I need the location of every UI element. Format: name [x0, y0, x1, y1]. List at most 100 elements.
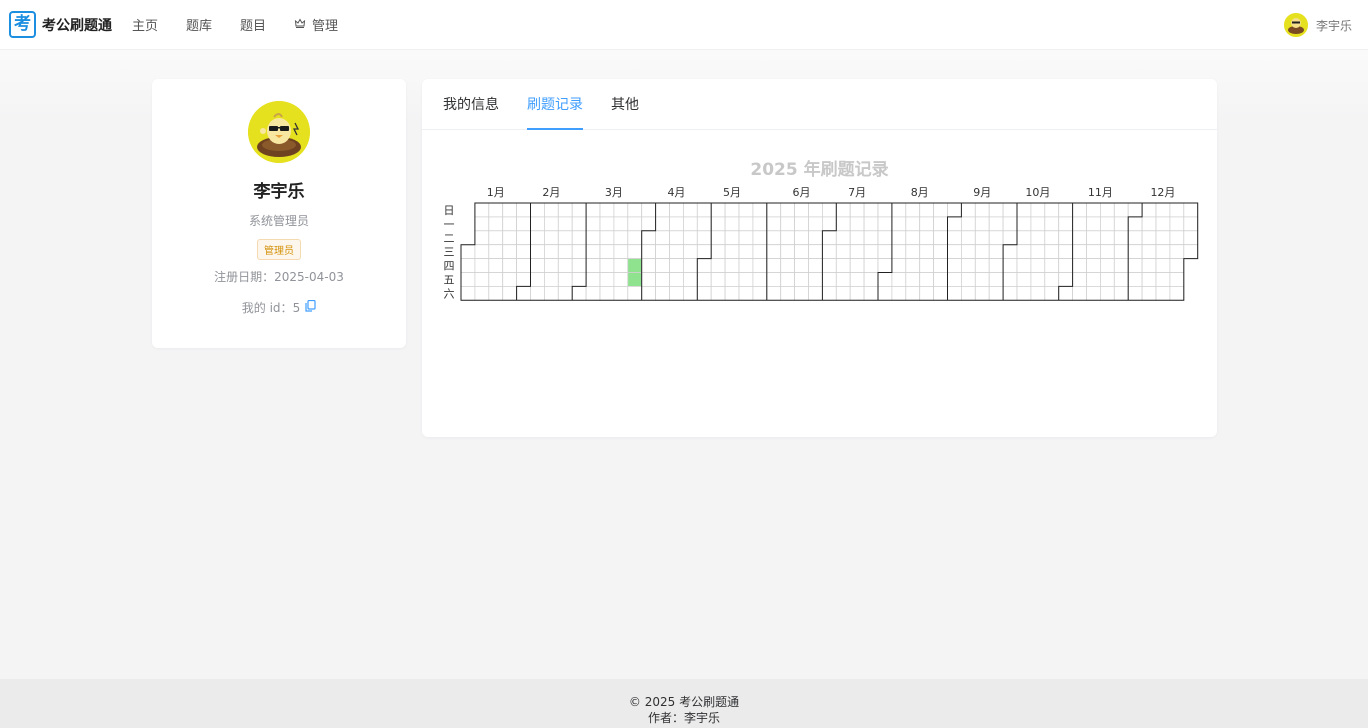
heatmap-cell[interactable] [516, 230, 531, 246]
heatmap-cell[interactable] [641, 244, 656, 259]
heatmap-cell[interactable] [544, 216, 559, 232]
heatmap-cell[interactable] [1002, 286, 1018, 301]
heatmap-cell[interactable] [724, 216, 740, 232]
heatmap-cell[interactable] [1113, 272, 1129, 287]
heatmap-cell[interactable] [849, 272, 865, 287]
heatmap-cell[interactable] [710, 286, 726, 301]
heatmap-cell[interactable] [863, 244, 879, 259]
heatmap-cell[interactable] [1169, 216, 1185, 232]
heatmap-cell[interactable] [585, 202, 601, 218]
heatmap-cell[interactable] [502, 272, 517, 287]
heatmap-cell[interactable] [516, 272, 531, 287]
heatmap-cell[interactable] [891, 272, 907, 287]
heatmap-cell[interactable] [696, 258, 712, 273]
heatmap-cell[interactable] [1072, 230, 1087, 246]
heatmap-cell[interactable] [724, 230, 740, 246]
heatmap-cell[interactable] [1044, 258, 1060, 273]
heatmap-cell[interactable] [682, 202, 698, 218]
heatmap-cell[interactable] [641, 258, 656, 273]
heatmap-cell-active[interactable] [627, 258, 643, 273]
tab-practice-record[interactable]: 刷题记录 [527, 79, 583, 130]
heatmap-cell[interactable] [1016, 244, 1032, 259]
heatmap-cell[interactable] [947, 202, 962, 218]
heatmap-cell[interactable] [1155, 216, 1171, 232]
heatmap-cell[interactable] [1169, 202, 1185, 218]
heatmap-cell[interactable] [794, 230, 809, 246]
heatmap-cell[interactable] [682, 272, 698, 287]
heatmap-cell[interactable] [627, 230, 643, 246]
heatmap-cell[interactable] [724, 286, 740, 301]
heatmap-cell[interactable] [571, 202, 587, 218]
heatmap-cell[interactable] [1155, 230, 1171, 246]
heatmap-cell[interactable] [613, 272, 629, 287]
heatmap-cell[interactable] [780, 286, 796, 301]
heatmap-cell[interactable] [1030, 202, 1046, 218]
heatmap-cell[interactable] [571, 244, 587, 259]
heatmap-cell[interactable] [821, 230, 837, 246]
heatmap-cell[interactable] [502, 258, 517, 273]
heatmap-cell[interactable] [599, 216, 615, 232]
heatmap-cell[interactable] [1127, 258, 1143, 273]
heatmap-cell[interactable] [460, 286, 476, 301]
heatmap-cell[interactable] [780, 244, 796, 259]
heatmap-cell[interactable] [877, 286, 893, 301]
heatmap-cell[interactable] [530, 216, 545, 232]
heatmap-cell[interactable] [1002, 244, 1018, 259]
heatmap-cell[interactable] [1141, 286, 1157, 301]
heatmap-cell[interactable] [933, 202, 948, 218]
heatmap-cell[interactable] [1100, 230, 1115, 246]
heatmap-cell[interactable] [877, 272, 893, 287]
heatmap-cell[interactable] [655, 244, 670, 259]
heatmap-cell[interactable] [516, 216, 531, 232]
heatmap-cell[interactable] [1058, 202, 1074, 218]
heatmap-cell[interactable] [571, 216, 587, 232]
heatmap-cell[interactable] [1030, 258, 1046, 273]
heatmap-cell[interactable] [599, 230, 615, 246]
nav-item-admin[interactable]: 管理 [294, 15, 338, 34]
heatmap-cell[interactable] [696, 272, 712, 287]
heatmap-cell[interactable] [1183, 216, 1199, 232]
heatmap-cell[interactable] [808, 258, 823, 273]
heatmap-cell[interactable] [1127, 230, 1143, 246]
heatmap-cell[interactable] [974, 272, 990, 287]
heatmap-cell[interactable] [835, 216, 851, 232]
heatmap-cell[interactable] [641, 272, 656, 287]
heatmap-cell[interactable] [1127, 286, 1143, 301]
heatmap-cell[interactable] [752, 258, 768, 273]
heatmap-cell[interactable] [1141, 202, 1157, 218]
heatmap-cell[interactable] [780, 230, 796, 246]
heatmap-cell[interactable] [488, 230, 504, 246]
heatmap-cell[interactable] [738, 286, 754, 301]
heatmap-cell[interactable] [988, 216, 1004, 232]
heatmap-cell[interactable] [655, 272, 670, 287]
nav-item-question-bank[interactable]: 题库 [186, 15, 212, 34]
heatmap-cell[interactable] [1058, 286, 1074, 301]
heatmap-cell[interactable] [557, 230, 573, 246]
heatmap-cell[interactable] [669, 244, 684, 259]
heatmap-cell[interactable] [849, 230, 865, 246]
heatmap-cell[interactable] [808, 202, 823, 218]
heatmap-cell[interactable] [488, 244, 504, 259]
heatmap-cell[interactable] [891, 216, 907, 232]
heatmap-cell[interactable] [835, 272, 851, 287]
heatmap-cell[interactable] [613, 216, 629, 232]
heatmap-cell[interactable] [947, 216, 962, 232]
heatmap-cell[interactable] [1044, 230, 1060, 246]
heatmap-cell[interactable] [1002, 258, 1018, 273]
heatmap-cell[interactable] [669, 258, 684, 273]
heatmap-cell[interactable] [863, 216, 879, 232]
heatmap-cell[interactable] [669, 272, 684, 287]
heatmap-cell[interactable] [1058, 258, 1074, 273]
heatmap-cell[interactable] [516, 286, 531, 301]
heatmap-cell[interactable] [1169, 230, 1185, 246]
heatmap-cell[interactable] [724, 244, 740, 259]
heatmap-cell[interactable] [808, 286, 823, 301]
heatmap-cell[interactable] [933, 258, 948, 273]
heatmap-cell[interactable] [780, 216, 796, 232]
heatmap-cell[interactable] [516, 258, 531, 273]
nav-item-home[interactable]: 主页 [132, 15, 158, 34]
heatmap-cell[interactable] [710, 272, 726, 287]
heatmap-cell[interactable] [1072, 258, 1087, 273]
heatmap-cell[interactable] [669, 230, 684, 246]
heatmap-cell[interactable] [849, 216, 865, 232]
